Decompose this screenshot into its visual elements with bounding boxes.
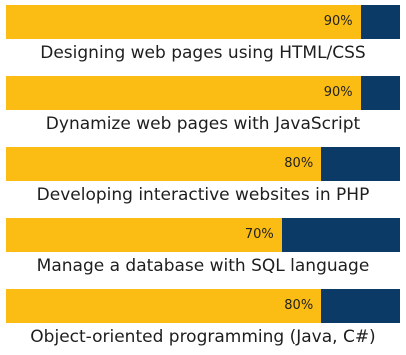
progress-percent-label: 90% [323,14,353,29]
progress-bar: 90% [6,5,400,39]
skill-item-php: 80% Developing interactive websites in P… [0,142,406,213]
progress-bar-fill: 90% [6,5,361,39]
skill-label: Manage a database with SQL language [36,256,370,276]
progress-bar: 90% [6,76,400,110]
progress-bar: 70% [6,218,400,252]
skill-item-oop: 80% Object-oriented programming (Java, C… [0,284,406,355]
progress-bar-fill: 80% [6,147,322,181]
skill-item-javascript: 90% Dynamize web pages with JavaScript [0,71,406,142]
skill-label: Dynamize web pages with JavaScript [45,114,361,134]
progress-percent-label: 80% [284,156,314,171]
skill-item-sql: 70% Manage a database with SQL language [0,213,406,284]
skill-label: Object-oriented programming (Java, C#) [30,327,376,347]
progress-bar: 80% [6,289,400,323]
progress-percent-label: 70% [244,227,274,242]
skills-list: 90% Designing web pages using HTML/CSS 9… [0,0,406,355]
skill-label: Developing interactive websites in PHP [36,185,370,205]
progress-bar: 80% [6,147,400,181]
progress-bar-fill: 70% [6,218,282,252]
progress-bar-fill: 80% [6,289,322,323]
skill-label: Designing web pages using HTML/CSS [40,43,366,63]
progress-percent-label: 80% [284,298,314,313]
progress-percent-label: 90% [323,85,353,100]
skill-item-html-css: 90% Designing web pages using HTML/CSS [0,0,406,71]
progress-bar-fill: 90% [6,76,361,110]
